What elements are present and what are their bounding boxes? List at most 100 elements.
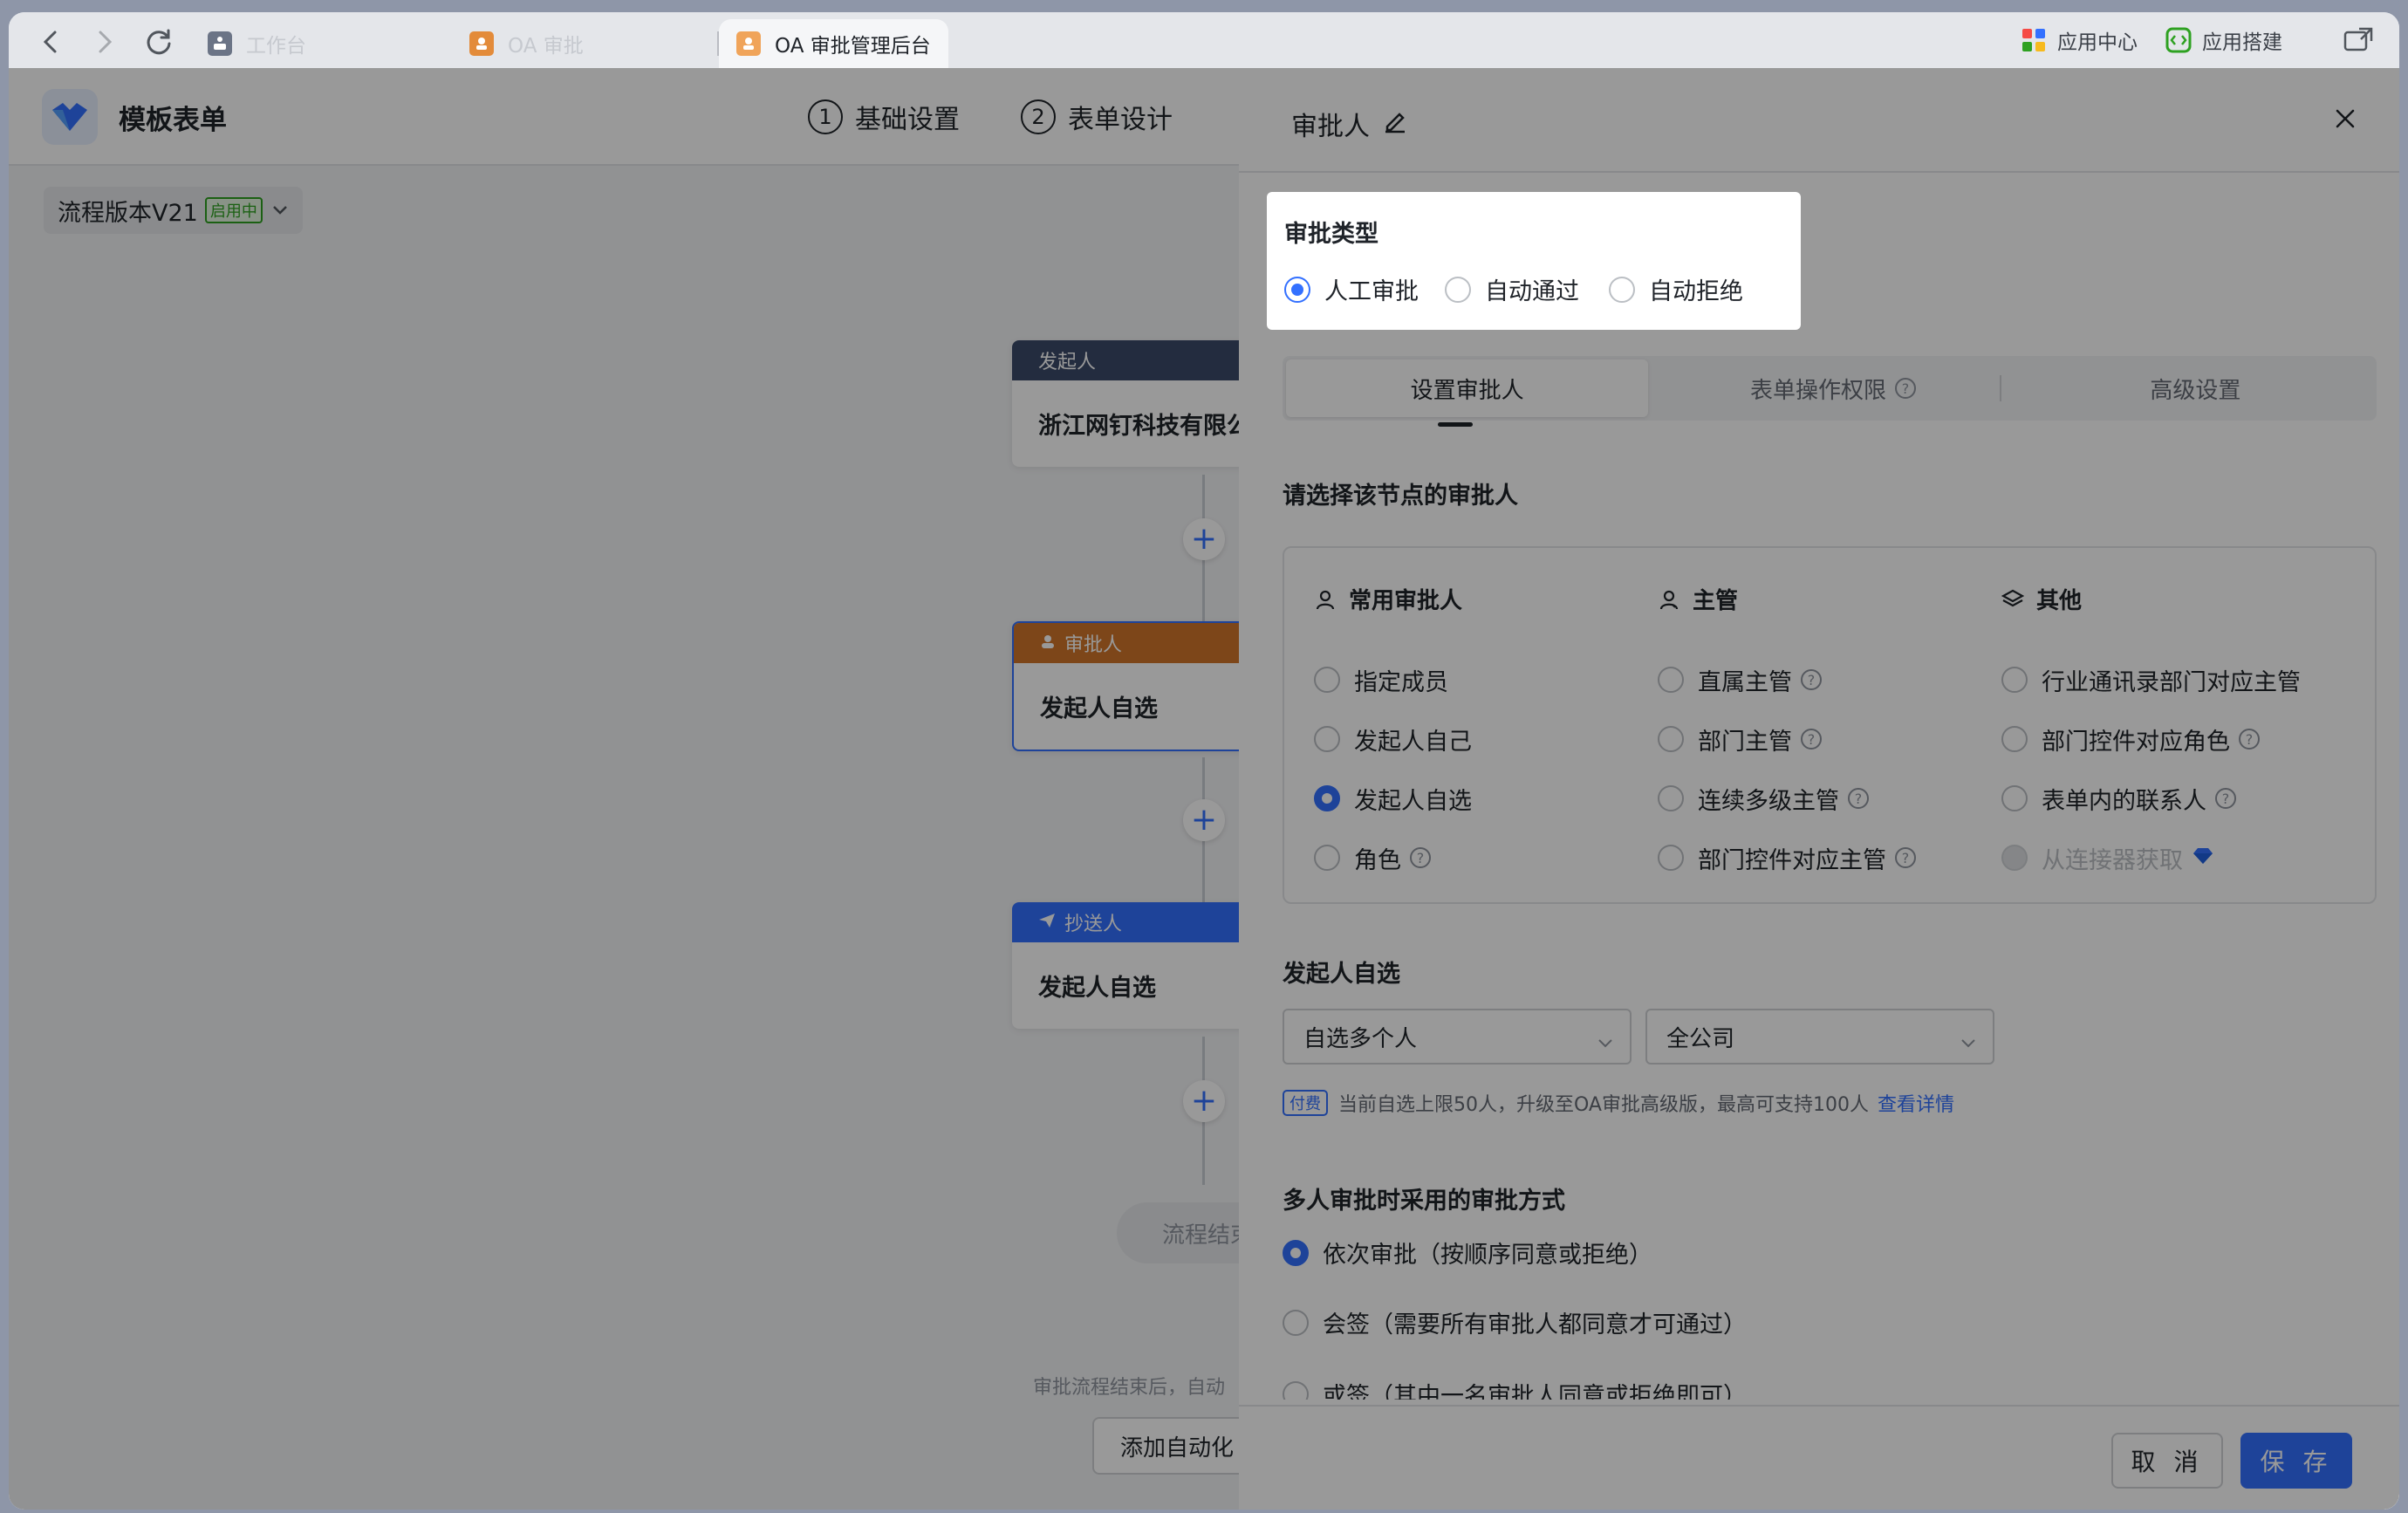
option-label: 连续多级主管 <box>1698 787 1839 815</box>
radio-selected[interactable] <box>1283 1239 1309 1266</box>
option-auto-approve[interactable]: 自动通过 <box>1445 272 1579 306</box>
radio[interactable] <box>1658 845 1684 871</box>
radio[interactable] <box>1445 276 1471 303</box>
modal-overlay <box>9 68 1239 1510</box>
tab-form-permissions[interactable]: 表单操作权限 ? <box>1652 356 2014 421</box>
option-initiator-self[interactable]: 发起人自己 <box>1314 709 1472 769</box>
approval-type-panel: 审批类型 人工审批 自动通过 自动拒绝 <box>1267 192 1801 330</box>
tab-label: 工作台 <box>246 35 306 58</box>
refresh-icon[interactable] <box>141 24 176 59</box>
tab-label: OA 审批管理后台 <box>775 35 931 58</box>
option-label: 自动通过 <box>1485 278 1579 305</box>
open-external-icon[interactable] <box>2343 24 2373 56</box>
option-department-manager[interactable]: 部门主管? <box>1658 709 1916 769</box>
help-icon[interactable]: ? <box>1895 378 1916 399</box>
option-manual-approval[interactable]: 人工审批 <box>1284 272 1419 306</box>
option-initiator-choose[interactable]: 发起人自选 <box>1314 769 1472 828</box>
view-details-link[interactable]: 查看详情 <box>1878 1089 1954 1117</box>
column-common: 常用审批人 指定成员 发起人自己 发起人自选 角色? <box>1314 583 1472 887</box>
app-center-link[interactable]: 应用中心 <box>2021 24 2138 56</box>
tab-label: 表单操作权限 <box>1749 377 1886 404</box>
drawer-footer: 取 消 保 存 <box>1239 1405 2399 1510</box>
radio[interactable] <box>2001 726 2028 752</box>
radio-selected[interactable] <box>1314 785 1340 811</box>
radio[interactable] <box>1609 276 1635 303</box>
option-label: 部门控件对应角色 <box>2042 728 2230 756</box>
help-icon[interactable]: ? <box>2239 729 2260 750</box>
option-label: 部门控件对应主管 <box>1698 846 1886 874</box>
radio[interactable] <box>2001 667 2028 693</box>
option-label: 会签（需要所有审批人都同意才可通过） <box>1323 1311 1747 1338</box>
column-head-label: 其他 <box>2036 588 2083 614</box>
browser-tab-bar: 工作台 OA 审批 OA 审批管理后台 应用中心 应用搭建 <box>9 12 2399 68</box>
edit-pencil-icon[interactable] <box>1382 107 1408 140</box>
app-builder-link[interactable]: 应用搭建 <box>2165 24 2282 56</box>
radio[interactable] <box>1314 726 1340 752</box>
option-from-connector: 从连接器获取 <box>2001 828 2301 887</box>
approver-options-box: 常用审批人 指定成员 发起人自己 发起人自选 角色? 主管 直属主管? 部门主管… <box>1283 546 2377 904</box>
column-head-label: 主管 <box>1693 588 1739 614</box>
radio[interactable] <box>2001 785 2028 811</box>
option-label: 表单内的联系人 <box>2042 787 2206 815</box>
help-icon[interactable]: ? <box>1801 729 1822 750</box>
tab-label: OA 审批 <box>508 35 584 58</box>
option-label: 或签（其中一名审批人同意或拒绝即可） <box>1323 1383 1747 1400</box>
oa-approval-icon <box>469 31 494 56</box>
drawer-header: 审批人 <box>1239 68 2399 173</box>
close-icon[interactable] <box>2326 99 2364 138</box>
option-label: 人工审批 <box>1324 278 1419 305</box>
radio[interactable] <box>1314 845 1340 871</box>
radio[interactable] <box>1314 667 1340 693</box>
option-specified-member[interactable]: 指定成员 <box>1314 650 1472 709</box>
option-dept-control-role[interactable]: 部门控件对应角色? <box>2001 709 2301 769</box>
option-label: 行业通讯录部门对应主管 <box>2042 668 2301 696</box>
cancel-button[interactable]: 取 消 <box>2111 1433 2223 1489</box>
option-label: 从连接器获取 <box>2042 846 2183 874</box>
radio-selected[interactable] <box>1284 276 1310 303</box>
forward-icon[interactable] <box>87 24 122 59</box>
chevron-down-icon <box>1597 1030 1614 1056</box>
option-form-contact[interactable]: 表单内的联系人? <box>2001 769 2301 828</box>
column-head: 主管 <box>1658 583 1916 615</box>
drawer-title: 审批人 <box>1291 105 1408 143</box>
radio[interactable] <box>1658 726 1684 752</box>
radio[interactable] <box>1283 1309 1309 1336</box>
tab-advanced-settings[interactable]: 高级设置 <box>2015 356 2377 421</box>
paid-badge: 付费 <box>1283 1090 1328 1116</box>
self-select-scope-dropdown[interactable]: 全公司 <box>1645 1009 1994 1065</box>
approval-type-title: 审批类型 <box>1284 221 1378 248</box>
option-label: 直属主管 <box>1698 668 1792 696</box>
help-icon[interactable]: ? <box>1410 847 1431 868</box>
save-button[interactable]: 保 存 <box>2240 1433 2352 1489</box>
tab-workbench[interactable]: 工作台 <box>208 19 306 68</box>
option-countersign[interactable]: 会签（需要所有审批人都同意才可通过） <box>1283 1305 1747 1339</box>
option-industry-directory-manager[interactable]: 行业通讯录部门对应主管 <box>2001 650 2301 709</box>
multi-approval-title: 多人审批时采用的审批方式 <box>1283 1188 1565 1215</box>
radio[interactable] <box>1658 785 1684 811</box>
tab-oa-approval[interactable]: OA 审批 <box>469 19 584 68</box>
option-or-sign[interactable]: 或签（其中一名审批人同意或拒绝即可） <box>1283 1377 1980 1400</box>
help-icon[interactable]: ? <box>2215 788 2236 809</box>
layers-icon <box>2001 589 2024 606</box>
back-icon[interactable] <box>33 24 68 59</box>
option-direct-manager[interactable]: 直属主管? <box>1658 650 1916 709</box>
self-select-mode-dropdown[interactable]: 自选多个人 <box>1283 1009 1632 1065</box>
option-sequential[interactable]: 依次审批（按顺序同意或拒绝） <box>1283 1236 1652 1270</box>
radio[interactable] <box>1658 667 1684 693</box>
column-other: 其他 行业通讯录部门对应主管 部门控件对应角色? 表单内的联系人? 从连接器获取 <box>2001 583 2301 887</box>
tab-set-approver[interactable]: 设置审批人 <box>1286 359 1649 417</box>
radio[interactable] <box>1283 1380 1309 1400</box>
option-auto-reject[interactable]: 自动拒绝 <box>1609 272 1743 306</box>
option-role[interactable]: 角色? <box>1314 828 1472 887</box>
column-head-label: 常用审批人 <box>1349 588 1463 614</box>
help-icon[interactable]: ? <box>1848 788 1869 809</box>
tab-oa-admin[interactable]: OA 审批管理后台 <box>719 19 948 68</box>
option-multi-level-manager[interactable]: 连续多级主管? <box>1658 769 1916 828</box>
note-text: 当前自选上限50人，升级至OA审批高级版，最高可支持100人 <box>1338 1094 1869 1116</box>
help-icon[interactable]: ? <box>1895 847 1916 868</box>
user-icon <box>1316 590 1335 609</box>
upgrade-note: 付费 当前自选上限50人，升级至OA审批高级版，最高可支持100人 查看详情 <box>1283 1089 1954 1117</box>
help-icon[interactable]: ? <box>1801 669 1822 690</box>
app-center-icon <box>2022 29 2045 51</box>
option-dept-control-manager[interactable]: 部门控件对应主管? <box>1658 828 1916 887</box>
